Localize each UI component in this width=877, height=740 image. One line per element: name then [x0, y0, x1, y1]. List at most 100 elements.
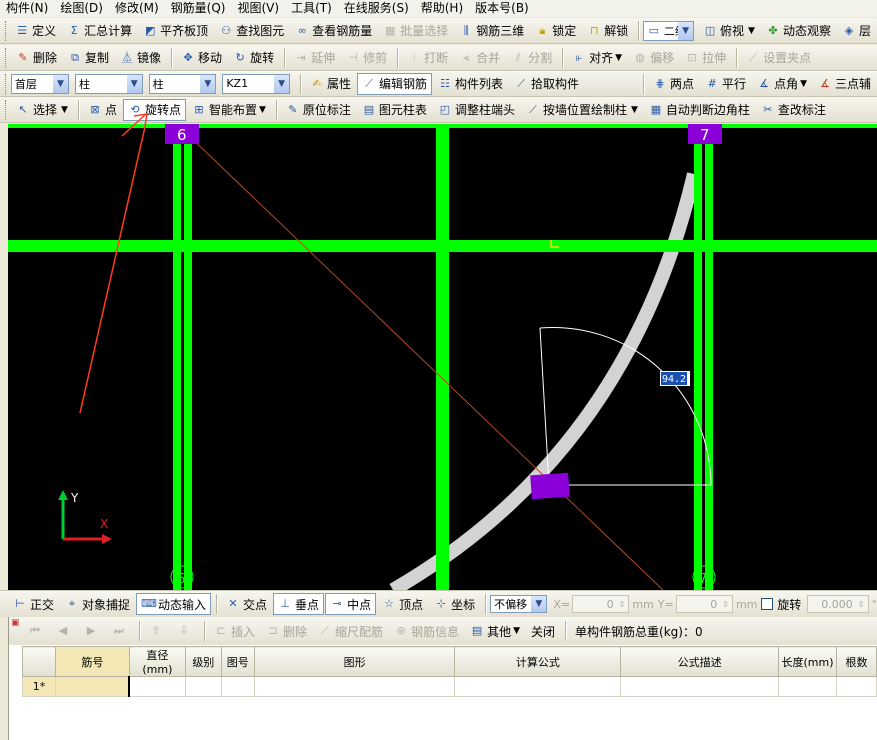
copy-button[interactable]: ⧉ 复制 [63, 47, 114, 69]
col-diameter[interactable]: 直径(mm) [128, 646, 186, 677]
auto-corner-button[interactable]: ▦ 自动判断边角柱 [644, 99, 755, 121]
offset-button[interactable]: ◍ 偏移 [628, 47, 679, 69]
three-point-aux-button[interactable]: ∡ 三点辅 [813, 73, 876, 95]
view-rebar-qty-button[interactable]: ∞ 查看钢筋量 [290, 20, 377, 42]
dynamic-observe-button[interactable]: ✤ 动态观察 [761, 20, 836, 42]
cell-count[interactable] [835, 676, 877, 697]
cell-grade[interactable] [184, 676, 222, 697]
draw-by-wall-button[interactable]: ⟋ 按墙位置绘制柱 ▼ [521, 99, 643, 121]
y-coordinate-input[interactable]: 0 ⇳ [675, 595, 733, 613]
menu-modify[interactable]: 修改(M) [109, 0, 165, 17]
lock-button[interactable]: 🔒︎ 锁定 [530, 20, 581, 42]
rotate-button[interactable]: ↻ 旋转 [228, 47, 279, 69]
smart-layout-button[interactable]: ⊞ 智能布置 ▼ [187, 99, 271, 121]
cell-bar-number[interactable] [54, 676, 130, 697]
extend-button[interactable]: ⇥ 延伸 [289, 47, 340, 69]
view-mode-select[interactable]: ▭ 二维 ▼ [642, 20, 695, 41]
insert-button[interactable]: ⊏ 插入 [209, 620, 260, 642]
move-down-button[interactable]: ⇩ [172, 620, 199, 642]
col-formula-desc[interactable]: 公式描述 [620, 646, 780, 677]
edit-rebar-button[interactable]: ⟋ 编辑钢筋 [357, 72, 433, 95]
batch-select-button[interactable]: ▦ 批量选择 [378, 20, 453, 42]
col-figure-no[interactable]: 图号 [220, 646, 255, 677]
menu-draw[interactable]: 绘图(D) [54, 0, 109, 17]
scale-config-button[interactable]: ⟋ 缩尺配筋 [313, 620, 388, 642]
parallel-button[interactable]: # 平行 [700, 73, 751, 95]
toolbar-grip[interactable] [5, 20, 7, 41]
point-angle-button[interactable]: ∡ 点角 ▼ [752, 73, 812, 95]
toolbar-grip[interactable] [5, 99, 8, 120]
sum-calc-button[interactable]: Σ 汇总计算 [62, 20, 137, 42]
element-list-button[interactable]: ☷ 构件列表 [433, 73, 508, 95]
menu-component[interactable]: 构件(N) [0, 0, 54, 17]
axis-6-left-line[interactable] [173, 124, 181, 590]
close-panel-button[interactable]: 关闭 [526, 620, 560, 642]
dynamic-input-toggle[interactable]: ⌨ 动态输入 [136, 593, 212, 615]
column-table-button[interactable]: ▤ 图元柱表 [357, 99, 432, 121]
properties-button[interactable]: ✍ 属性 [305, 73, 356, 95]
move-up-button[interactable]: ⇧ [144, 620, 171, 642]
point-button[interactable]: ⊠ 点 [83, 99, 122, 121]
unlock-button[interactable]: ⊓ 解锁 [582, 20, 633, 42]
col-count[interactable]: 根数 [835, 646, 877, 677]
menu-tools[interactable]: 工具(T) [285, 0, 338, 17]
layer-button[interactable]: ◈ 层 [837, 20, 876, 42]
drawing-canvas[interactable]: 6 7 6 7 94.2 Y X [8, 124, 877, 590]
top-view-button[interactable]: ◫ 俯视 ▼ [698, 20, 760, 42]
floor-select[interactable]: 首层 ▼ [10, 73, 69, 94]
col-length[interactable]: 长度(mm) [778, 646, 837, 677]
first-record-button[interactable]: ⏮ [23, 620, 50, 642]
menu-rebar-qty[interactable]: 钢筋量(Q) [165, 0, 232, 17]
cell-formula-desc[interactable] [620, 676, 780, 697]
axis-6-right-line[interactable] [184, 124, 192, 590]
col-bar-number[interactable]: 筋号 [54, 646, 130, 677]
column-rotating[interactable] [530, 472, 570, 500]
define-button[interactable]: ☰ 定义 [10, 20, 61, 42]
menu-version[interactable]: 版本号(B) [469, 0, 535, 17]
panel-close-icon[interactable]: ▣ [11, 619, 20, 628]
middle-vertical-beam[interactable] [436, 124, 449, 590]
offset-mode-select[interactable]: 不偏移 ▼ [490, 595, 548, 613]
mirror-button[interactable]: ⏅ 镜像 [115, 47, 166, 69]
other-button[interactable]: ▤ 其他 ▼ [465, 620, 525, 642]
delete-button[interactable]: ✎ 删除 [11, 47, 62, 69]
axis-7-left-line[interactable] [694, 124, 702, 590]
prev-record-button[interactable]: ◀ [51, 620, 78, 642]
break-button[interactable]: ⫶ 打断 [402, 47, 453, 69]
select-button[interactable]: ↖ 选择 ▼ [11, 99, 73, 121]
cell-figure-no[interactable] [220, 676, 255, 697]
origin-label-button[interactable]: ✎ 原位标注 [281, 99, 356, 121]
align-button[interactable]: ⫦ 对齐 ▼ [567, 47, 627, 69]
coordinate-snap-toggle[interactable]: ⊹ 坐标 [429, 593, 480, 615]
intersection-snap-toggle[interactable]: ✕ 交点 [221, 593, 272, 615]
midpoint-snap-toggle[interactable]: ⊸ 中点 [325, 593, 377, 615]
object-snap-toggle[interactable]: ⌖ 对象捕捉 [60, 593, 135, 615]
cell-formula[interactable] [454, 676, 622, 697]
toolbar-grip[interactable] [5, 47, 8, 68]
flush-slab-button[interactable]: ◩ 平齐板顶 [138, 20, 213, 42]
cell-shape[interactable] [253, 676, 456, 697]
element-select[interactable]: KZ1 ▼ [222, 73, 291, 94]
two-points-button[interactable]: ⋕ 两点 [648, 73, 699, 95]
pick-element-button[interactable]: ⟋ 拾取构件 [509, 73, 584, 95]
delete-row-button[interactable]: ⊐ 删除 [261, 620, 312, 642]
toolbar-grip[interactable] [5, 73, 8, 94]
rebar-info-button[interactable]: ⊛ 钢筋信息 [389, 620, 464, 642]
axis-7-right-line[interactable] [705, 124, 713, 590]
next-record-button[interactable]: ▶ [79, 620, 106, 642]
rebar-3d-button[interactable]: ⫼ 钢筋三维 [454, 20, 529, 42]
col-shape[interactable]: 图形 [253, 646, 456, 677]
menu-online-service[interactable]: 在线服务(S) [338, 0, 415, 17]
merge-button[interactable]: ⫷ 合并 [454, 47, 505, 69]
move-button[interactable]: ✥ 移动 [176, 47, 227, 69]
col-formula[interactable]: 计算公式 [454, 646, 622, 677]
x-coordinate-input[interactable]: 0 ⇳ [572, 595, 630, 613]
type-select[interactable]: 柱 ▼ [148, 73, 217, 94]
ortho-toggle[interactable]: ⊢ 正交 [8, 593, 59, 615]
modify-label-button[interactable]: ✂ 查改标注 [756, 99, 831, 121]
rotate-checkbox[interactable] [761, 598, 774, 610]
trim-button[interactable]: ⊣ 修剪 [341, 47, 392, 69]
set-grip-button[interactable]: ⟋ 设置夹点 [741, 47, 816, 69]
cell-diameter[interactable] [128, 676, 186, 697]
adjust-column-end-button[interactable]: ◰ 调整柱端头 [433, 99, 520, 121]
